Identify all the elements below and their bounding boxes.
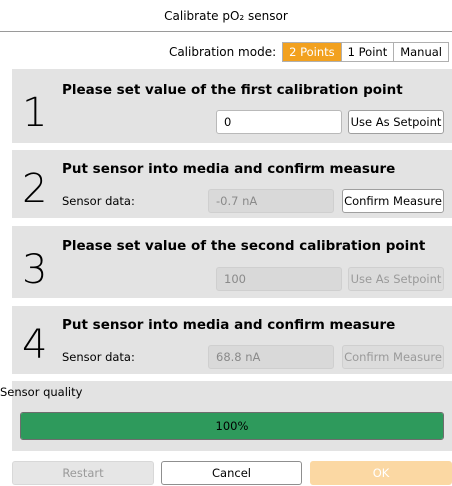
step-4-number: 4 xyxy=(22,322,48,368)
restart-button: Restart xyxy=(12,461,154,485)
calibration-mode-label: Calibration mode: xyxy=(168,45,277,59)
sensor-quality-panel: Sensor quality 100% xyxy=(0,381,452,451)
mode-option-2-points[interactable]: 2 Points xyxy=(283,43,341,61)
step-2-title: Put sensor into media and confirm measur… xyxy=(62,161,396,177)
first-setpoint-input[interactable]: 0 xyxy=(216,110,342,134)
sensor-data-value-1: -0.7 nA xyxy=(208,189,334,213)
sensor-data-label-2: Sensor data: xyxy=(62,350,135,364)
mode-option-manual[interactable]: Manual xyxy=(393,43,448,61)
step-1-panel: 1 Please set value of the first calibrat… xyxy=(12,69,452,143)
step-1-number: 1 xyxy=(22,90,48,136)
sensor-quality-progress-text: 100% xyxy=(215,419,249,433)
use-as-setpoint-button-1[interactable]: Use As Setpoint xyxy=(348,110,444,134)
sensor-data-value-2: 68.8 nA xyxy=(208,345,334,369)
step-4-panel: 4 Put sensor into media and confirm meas… xyxy=(12,306,452,374)
calibration-mode-selector: 2 Points 1 Point Manual xyxy=(282,42,449,62)
confirm-measure-button-1[interactable]: Confirm Measure xyxy=(342,189,444,213)
step-4-title: Put sensor into media and confirm measur… xyxy=(62,317,396,333)
calibration-mode-bar: Calibration mode: 2 Points 1 Point Manua… xyxy=(169,42,449,62)
step-2-number: 2 xyxy=(22,166,48,212)
confirm-measure-button-2: Confirm Measure xyxy=(342,345,444,369)
ok-button: OK xyxy=(310,461,452,485)
dialog-title: Calibrate pO₂ sensor xyxy=(0,0,452,32)
step-3-number: 3 xyxy=(22,247,48,293)
sensor-quality-progress-bar: 100% xyxy=(20,412,444,440)
sensor-quality-label: Sensor quality xyxy=(0,385,83,399)
mode-option-1-point[interactable]: 1 Point xyxy=(340,43,394,61)
use-as-setpoint-button-2: Use As Setpoint xyxy=(348,267,444,291)
second-setpoint-input: 100 xyxy=(216,267,342,291)
step-2-panel: 2 Put sensor into media and confirm meas… xyxy=(12,150,452,218)
cancel-button[interactable]: Cancel xyxy=(161,461,302,485)
step-1-title: Please set value of the first calibratio… xyxy=(62,82,403,98)
step-3-panel: 3 Please set value of the second calibra… xyxy=(12,226,452,298)
sensor-data-label-1: Sensor data: xyxy=(62,194,135,208)
step-3-title: Please set value of the second calibrati… xyxy=(62,238,426,254)
